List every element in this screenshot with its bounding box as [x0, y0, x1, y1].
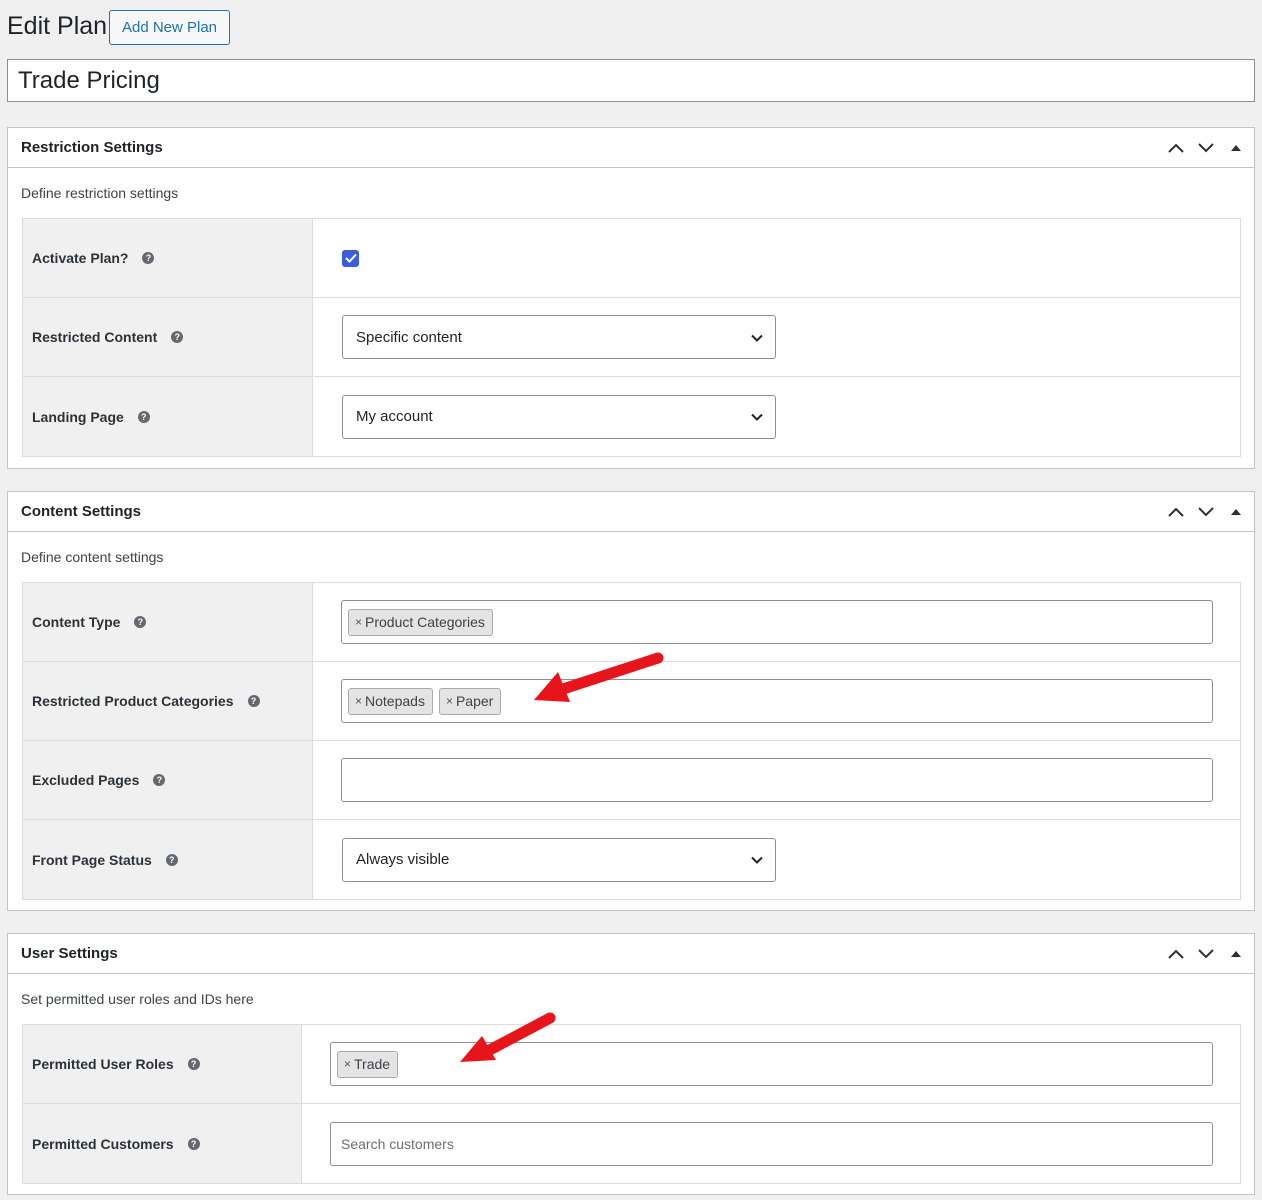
chevron-down-icon[interactable]: [1196, 138, 1216, 158]
landing-page-select[interactable]: My account: [342, 394, 776, 439]
chevron-down-icon: [751, 408, 763, 425]
chevron-down-icon: [751, 851, 763, 868]
excluded-pages-multiselect[interactable]: [341, 758, 1213, 802]
form-table: Content Type? × Product Categories Restri…: [22, 582, 1241, 900]
help-icon[interactable]: ?: [142, 252, 155, 264]
help-icon[interactable]: ?: [171, 331, 184, 343]
chevron-up-icon[interactable]: [1166, 944, 1186, 964]
field-label: Permitted Customers: [32, 1135, 174, 1152]
front-page-status-select[interactable]: Always visible: [342, 837, 776, 882]
help-icon[interactable]: ?: [165, 853, 178, 866]
x-icon[interactable]: ×: [355, 615, 362, 629]
help-icon[interactable]: ?: [137, 410, 150, 423]
panel-header: User Settings: [8, 934, 1254, 974]
tag-chip: × Product Categories: [348, 608, 493, 636]
tag-chip: × Notepads: [348, 687, 433, 715]
x-icon[interactable]: ×: [446, 694, 453, 708]
field-label: Permitted User Roles: [32, 1056, 174, 1072]
field-label: Restricted Content: [32, 329, 158, 345]
restricted-categories-multiselect[interactable]: × Notepads × Paper: [341, 679, 1213, 723]
form-table: Permitted User Roles? × Trade Permitted C…: [22, 1024, 1241, 1184]
form-row: Activate Plan??: [23, 219, 1240, 298]
plan-title-input[interactable]: Trade Pricing: [7, 59, 1255, 102]
page-title: Edit Plan: [7, 12, 108, 40]
annotation-arrow: [534, 652, 664, 702]
tag-label: Product Categories: [365, 614, 485, 630]
chevron-up-icon[interactable]: [1166, 138, 1186, 158]
tag-chip: × Trade: [337, 1050, 399, 1078]
triangle-up-icon[interactable]: [1226, 502, 1246, 522]
help-icon[interactable]: ?: [187, 1137, 200, 1150]
panel-title: Restriction Settings: [21, 139, 163, 156]
x-icon[interactable]: ×: [344, 1057, 351, 1071]
help-icon[interactable]: ?: [247, 695, 260, 707]
help-icon[interactable]: ?: [134, 616, 147, 628]
panel-header: Restriction Settings: [8, 128, 1254, 168]
field-label: Front Page Status: [32, 851, 152, 868]
tag-label: Notepads: [365, 693, 425, 709]
panel-header: Content Settings: [8, 492, 1254, 532]
form-row: Permitted Customers? Search customers: [23, 1104, 1240, 1183]
panel-description: Define restriction settings: [21, 185, 179, 201]
help-icon[interactable]: ?: [187, 1058, 200, 1070]
panel-title: User Settings: [21, 945, 118, 962]
form-row: Landing Page? My account: [23, 377, 1240, 456]
form-row: Permitted User Roles? × Trade: [23, 1025, 1240, 1104]
field-label: Restricted Product Categories: [32, 693, 234, 709]
field-label: Content Type: [32, 614, 121, 630]
tag-label: Paper: [455, 693, 494, 709]
triangle-up-icon[interactable]: [1226, 138, 1246, 158]
content-type-multiselect[interactable]: × Product Categories: [341, 600, 1213, 644]
panel-title: Content Settings: [21, 503, 141, 520]
x-icon[interactable]: ×: [355, 694, 362, 708]
user-settings-panel: User Settings Set permitted user roles a…: [7, 933, 1255, 1195]
tag-label: Trade: [354, 1056, 391, 1072]
select-value: Specific content: [356, 328, 462, 346]
chevron-down-icon: [751, 329, 763, 346]
field-label: Activate Plan?: [32, 250, 129, 266]
chevron-down-icon[interactable]: [1196, 502, 1216, 522]
annotation-arrow: [460, 1012, 556, 1062]
form-row: Restricted Content? Specific content: [23, 298, 1240, 377]
triangle-up-icon[interactable]: [1226, 944, 1246, 964]
field-label: Excluded Pages: [32, 772, 140, 788]
restriction-settings-panel: Restriction Settings Define restriction …: [7, 127, 1255, 469]
permitted-customers-search[interactable]: Search customers: [330, 1121, 1213, 1166]
panel-description: Define content settings: [21, 549, 164, 565]
chevron-down-icon[interactable]: [1196, 944, 1216, 964]
activate-plan-checkbox[interactable]: [342, 249, 359, 267]
tag-chip: × Paper: [438, 687, 502, 715]
panel-description: Set permitted user roles and IDs here: [21, 991, 254, 1007]
form-row: Front Page Status? Always visible: [23, 820, 1240, 899]
select-value: Always visible: [356, 851, 450, 868]
chevron-up-icon[interactable]: [1166, 502, 1186, 522]
add-new-plan-button[interactable]: Add New Plan: [109, 10, 230, 45]
select-value: My account: [356, 408, 433, 425]
help-icon[interactable]: ?: [153, 774, 166, 786]
form-table: Activate Plan?? Restricted Content? Spec…: [22, 218, 1241, 457]
field-label: Landing Page: [32, 408, 124, 425]
restricted-content-select[interactable]: Specific content: [342, 315, 776, 359]
form-row: Excluded Pages?: [23, 741, 1240, 820]
